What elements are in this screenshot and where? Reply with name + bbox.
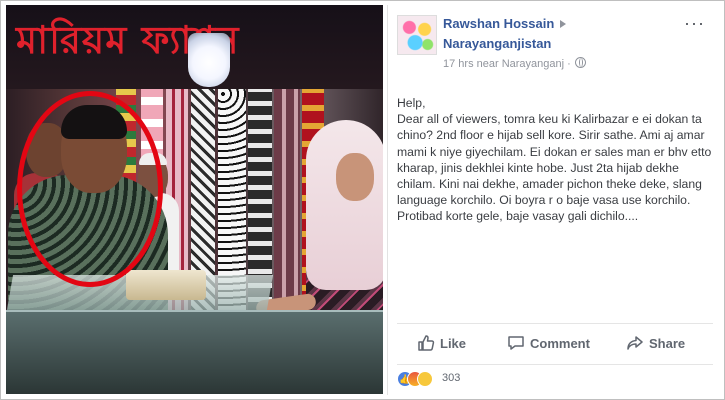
more-options-button[interactable]: ···: [684, 13, 705, 34]
globe-icon: [574, 57, 586, 68]
share-arrow-icon: [627, 336, 643, 350]
folded-fabric: [126, 270, 206, 300]
author-name-link[interactable]: Rawshan Hossain: [443, 16, 554, 31]
comment-label: Comment: [530, 336, 590, 351]
lamp: [188, 33, 230, 87]
thumbs-up-icon: [418, 335, 435, 351]
share-button[interactable]: Share: [626, 334, 685, 352]
group-name-link[interactable]: Narayanganjistan: [443, 36, 551, 51]
timestamp[interactable]: 17 hrs near Narayanganj ·: [443, 58, 571, 70]
action-bar: Like Comment Share: [397, 323, 713, 365]
screenshot-frame: মারিয়ম ফ্যাশন Rawshan Hossain Narayanga…: [0, 0, 725, 400]
glass-counter: [6, 310, 383, 394]
triangle-right-icon: [560, 20, 567, 29]
facebook-post: Rawshan Hossain Narayanganjistan 17 hrs …: [387, 5, 721, 395]
customer-hijab: [306, 120, 383, 290]
comment-bubble-icon: [508, 336, 524, 350]
post-photo[interactable]: মারিয়ম ফ্যাশন: [6, 5, 383, 394]
reaction-count: 303: [442, 372, 461, 384]
comment-button[interactable]: Comment: [507, 334, 590, 352]
like-label: Like: [440, 336, 467, 351]
shop-sign: মারিয়ম ফ্যাশন: [6, 5, 383, 89]
sad-icon: [417, 371, 433, 387]
share-label: Share: [649, 336, 686, 351]
red-circle-highlight: [17, 91, 163, 287]
post-text: Help, Dear all of viewers, tomra keu ki …: [397, 96, 712, 224]
post-meta: 17 hrs near Narayanganj ·: [443, 57, 586, 70]
avatar[interactable]: [397, 15, 437, 55]
like-button[interactable]: Like: [417, 334, 466, 352]
author-line: Rawshan Hossain: [443, 16, 571, 31]
customer-face: [336, 153, 374, 201]
